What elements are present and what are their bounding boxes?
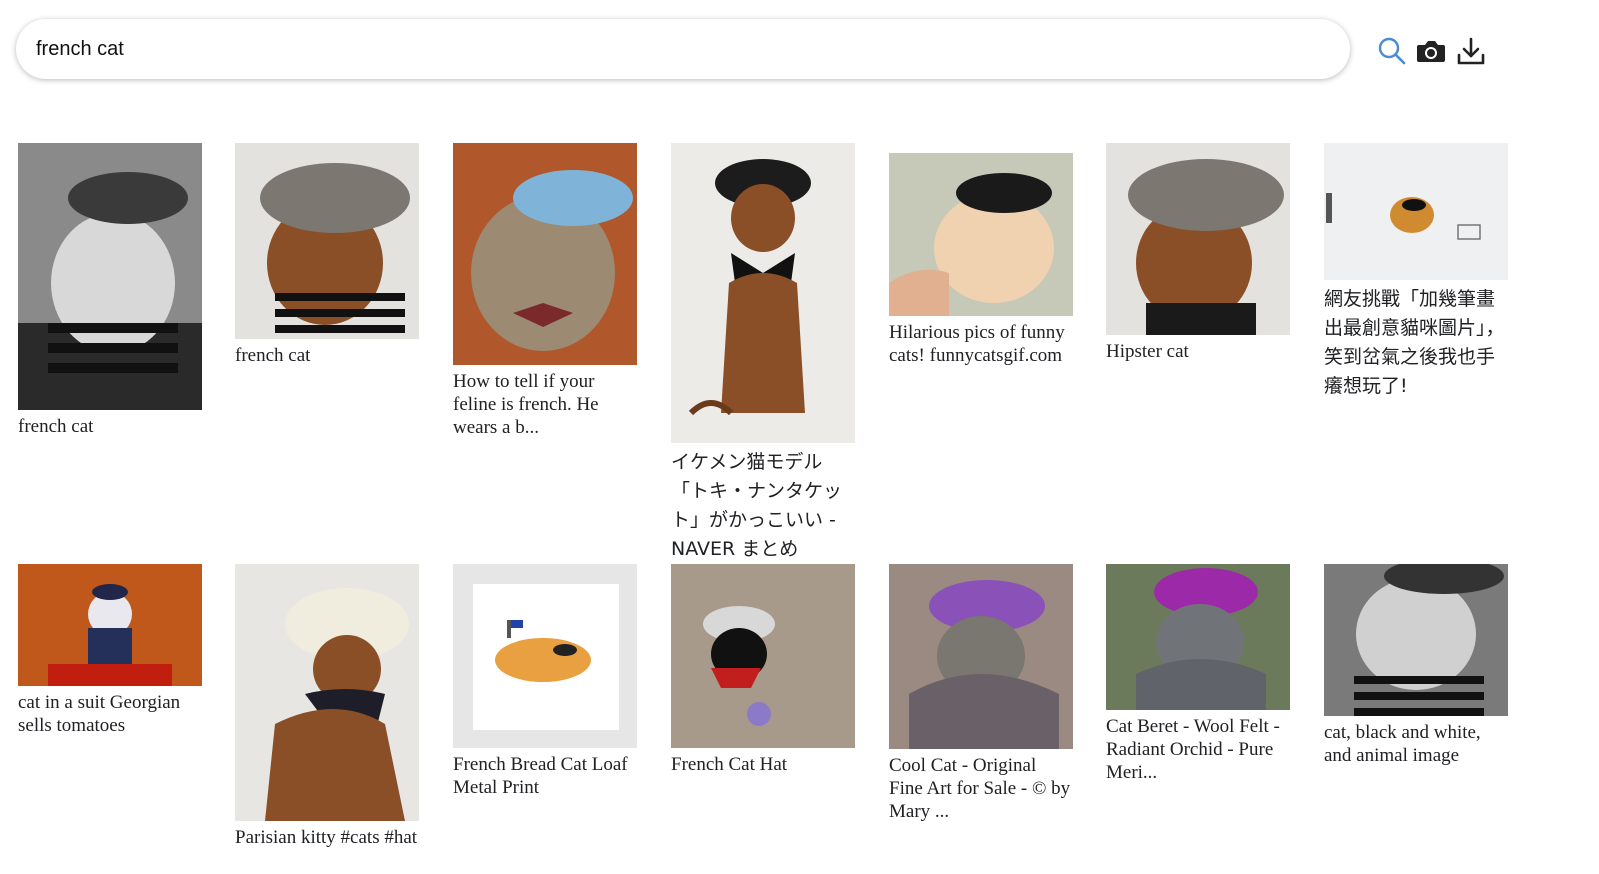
result-image[interactable] xyxy=(453,143,637,365)
result-image[interactable] xyxy=(1106,143,1290,335)
result-caption[interactable]: Hilarious pics of funny cats! funnycatsg… xyxy=(889,321,1073,367)
result-caption[interactable]: イケメン猫モデル「トキ・ナンタケット」がかっこいい - NAVER まとめ xyxy=(671,448,855,564)
camera-icon[interactable] xyxy=(1413,33,1449,69)
result-item[interactable]: Cool Cat - Original Fine Art for Sale - … xyxy=(889,564,1073,823)
result-caption[interactable]: french cat xyxy=(18,415,202,438)
result-image[interactable] xyxy=(671,564,855,748)
result-item[interactable]: french cat xyxy=(18,143,202,438)
result-image[interactable] xyxy=(235,564,419,821)
result-item[interactable]: 網友挑戰「加幾筆畫出最創意貓咪圖片」，笑到岔氣之後我也手癢想玩了! xyxy=(1324,143,1508,401)
result-image[interactable] xyxy=(18,564,202,686)
result-item[interactable]: French Bread Cat Loaf Metal Print xyxy=(453,564,637,799)
result-image[interactable] xyxy=(1106,564,1290,710)
result-image[interactable] xyxy=(889,564,1073,749)
result-item[interactable]: How to tell if your feline is french. He… xyxy=(453,143,637,439)
download-icon[interactable] xyxy=(1453,33,1489,69)
result-caption[interactable]: French Cat Hat xyxy=(671,753,855,776)
result-item[interactable]: french cat xyxy=(235,143,419,367)
result-caption[interactable]: Parisian kitty #cats #hat xyxy=(235,826,419,849)
search-bar xyxy=(16,19,1350,79)
result-image[interactable] xyxy=(889,153,1073,316)
result-item[interactable]: イケメン猫モデル「トキ・ナンタケット」がかっこいい - NAVER まとめ xyxy=(671,143,855,564)
result-item[interactable]: Parisian kitty #cats #hat xyxy=(235,564,419,849)
result-image[interactable] xyxy=(453,564,637,748)
result-caption[interactable]: Cool Cat - Original Fine Art for Sale - … xyxy=(889,754,1073,823)
result-item[interactable]: French Cat Hat xyxy=(671,564,855,776)
search-icon[interactable] xyxy=(1374,33,1410,69)
result-caption[interactable]: 網友挑戰「加幾筆畫出最創意貓咪圖片」，笑到岔氣之後我也手癢想玩了! xyxy=(1324,285,1508,401)
result-image[interactable] xyxy=(671,143,855,443)
result-caption[interactable]: cat in a suit Georgian sells tomatoes xyxy=(18,691,202,737)
result-item[interactable]: Hilarious pics of funny cats! funnycatsg… xyxy=(889,153,1073,367)
result-item[interactable]: cat in a suit Georgian sells tomatoes xyxy=(18,564,202,737)
result-caption[interactable]: Cat Beret - Wool Felt - Radiant Orchid -… xyxy=(1106,715,1290,784)
result-caption[interactable]: french cat xyxy=(235,344,419,367)
result-caption[interactable]: How to tell if your feline is french. He… xyxy=(453,370,637,439)
result-image[interactable] xyxy=(1324,143,1508,280)
search-input[interactable] xyxy=(36,33,1326,65)
result-caption[interactable]: French Bread Cat Loaf Metal Print xyxy=(453,753,637,799)
result-image[interactable] xyxy=(1324,564,1508,716)
result-caption[interactable]: cat, black and white, and animal image xyxy=(1324,721,1508,767)
result-image[interactable] xyxy=(18,143,202,410)
result-image[interactable] xyxy=(235,143,419,339)
result-item[interactable]: Cat Beret - Wool Felt - Radiant Orchid -… xyxy=(1106,564,1290,784)
result-caption[interactable]: Hipster cat xyxy=(1106,340,1290,363)
result-item[interactable]: Hipster cat xyxy=(1106,143,1290,363)
result-item[interactable]: cat, black and white, and animal image xyxy=(1324,564,1508,767)
